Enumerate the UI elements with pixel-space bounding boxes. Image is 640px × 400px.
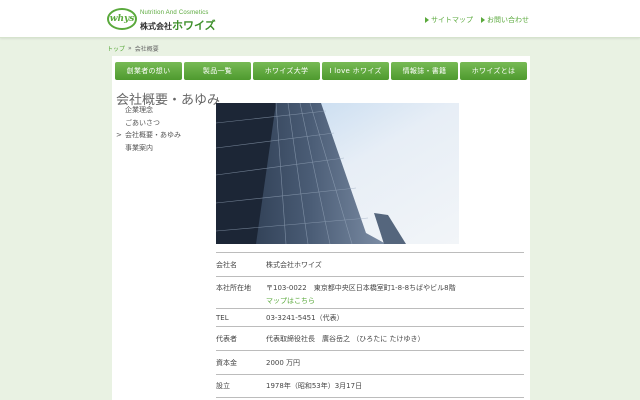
nav-item-university[interactable]: ホワイズ大学	[253, 62, 320, 80]
subnav-item-business[interactable]: 事業案内	[116, 142, 181, 155]
nav-item-products[interactable]: 製品一覧	[184, 62, 251, 80]
row-label: 設立	[216, 382, 230, 390]
row-value-group: 〒103-0022 東京都中央区日本橋室町1-8-8ちばやビル8階 マップはこち…	[266, 283, 524, 308]
nav-item-founder[interactable]: 創業者の想い	[115, 62, 182, 80]
contact-link-label: お問い合わせ	[487, 16, 529, 24]
logo-tagline: Nutrition And Cosmetics	[140, 10, 209, 16]
row-value: 株式会社ホワイズ	[266, 260, 322, 269]
subnav-item-company-overview[interactable]: 会社概要・あゆみ	[116, 129, 181, 142]
breadcrumb-home[interactable]: トップ	[107, 44, 125, 53]
row-label: TEL	[216, 313, 229, 322]
row-value: 〒103-0022 東京都中央区日本橋室町1-8-8ちばやビル8階	[266, 284, 456, 292]
subnav-item-greeting[interactable]: ごあいさつ	[116, 117, 181, 130]
row-label: 資本金	[216, 358, 237, 367]
logo-name-prefix: 株式会社	[140, 22, 172, 31]
table-row: 設立 1978年（昭和53年）3月17日	[216, 374, 524, 398]
row-label: 本社所在地	[216, 284, 251, 292]
triangle-right-icon	[481, 17, 485, 23]
table-row: 代表者 代表取締役社長 廣谷岳之 （ひろたに たけゆき）	[216, 326, 524, 350]
nav-item-about[interactable]: ホワイズとは	[460, 62, 527, 80]
row-value: 1978年（昭和53年）3月17日	[266, 382, 363, 390]
table-row: 資本金 2000 万円	[216, 350, 524, 374]
contact-link[interactable]: お問い合わせ	[481, 15, 529, 25]
site-header: whys Nutrition And Cosmetics 株式会社ホワイズ サイ…	[0, 0, 640, 38]
logo-name[interactable]: 株式会社ホワイズ	[140, 17, 216, 33]
map-link[interactable]: マップはこちら	[266, 296, 524, 306]
company-info-table: 会社名 株式会社ホワイズ 本社所在地 〒103-0022 東京都中央区日本橋室町…	[216, 252, 524, 398]
nav-item-i-love[interactable]: I love ホワイズ	[322, 62, 389, 80]
row-value: 代表取締役社長 廣谷岳之 （ひろたに たけゆき）	[266, 334, 425, 343]
double-chevron-icon: »	[128, 45, 132, 52]
logo-name-main: ホワイズ	[172, 19, 216, 32]
breadcrumb: トップ » 会社概要	[107, 44, 159, 53]
logo-mark[interactable]: whys	[107, 8, 137, 30]
table-row: TEL 03-3241-5451（代表）	[216, 308, 524, 326]
global-nav: 創業者の想い 製品一覧 ホワイズ大学 I love ホワイズ 情報誌・書籍 ホワ…	[115, 62, 527, 80]
sub-nav: 企業理念 ごあいさつ 会社概要・あゆみ 事業案内	[116, 104, 181, 154]
table-row: 会社名 株式会社ホワイズ	[216, 252, 524, 276]
nav-item-books[interactable]: 情報誌・書籍	[391, 62, 458, 80]
breadcrumb-current: 会社概要	[134, 46, 159, 53]
row-label: 会社名	[216, 260, 237, 269]
building-photo	[216, 103, 459, 244]
triangle-right-icon	[425, 17, 429, 23]
row-value: 2000 万円	[266, 358, 301, 367]
row-label: 代表者	[216, 334, 237, 343]
sitemap-link[interactable]: サイトマップ	[425, 15, 473, 25]
subnav-item-philosophy[interactable]: 企業理念	[116, 104, 181, 117]
table-row: 本社所在地 〒103-0022 東京都中央区日本橋室町1-8-8ちばやビル8階 …	[216, 276, 524, 308]
row-value: 03-3241-5451（代表）	[266, 313, 344, 322]
sitemap-link-label: サイトマップ	[431, 16, 473, 24]
